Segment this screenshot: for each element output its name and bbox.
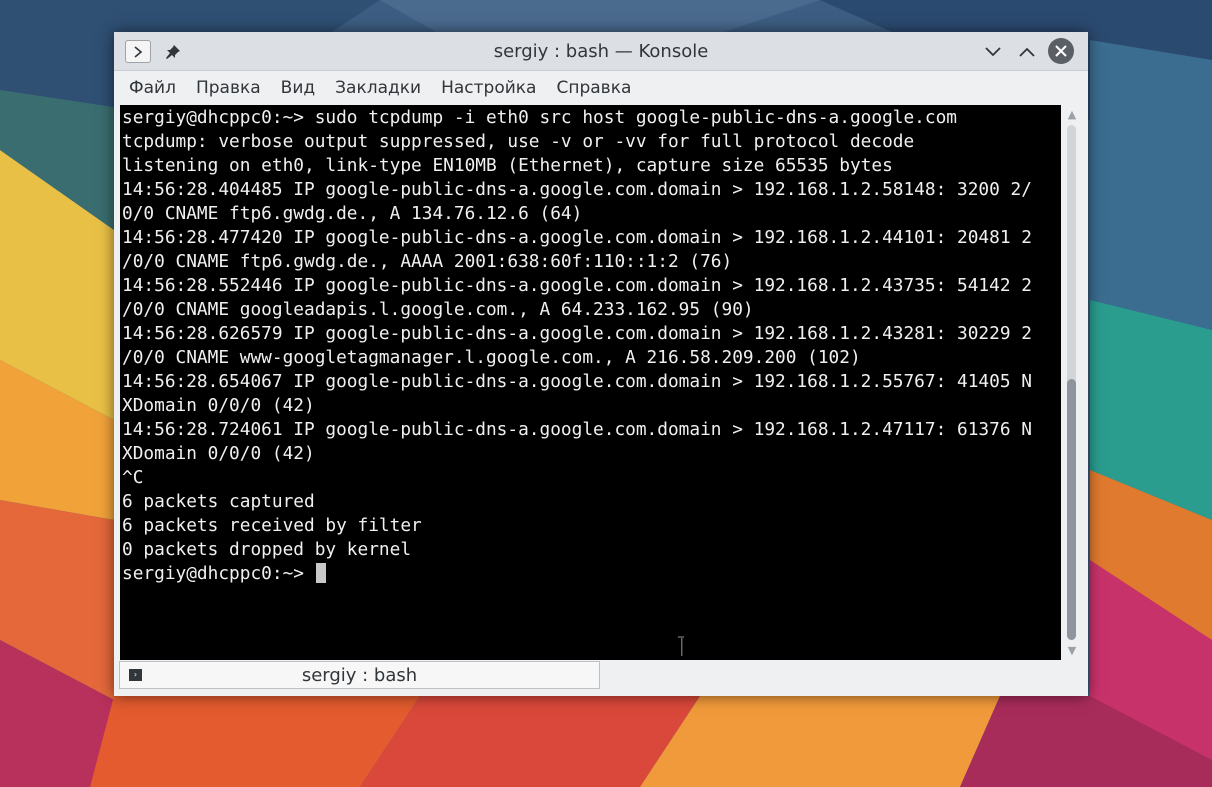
terminal-scrollbar[interactable]: ▲ ▼ — [1062, 105, 1082, 660]
terminal-line: /0/0 CNAME googleadapis.l.google.com., A… — [122, 299, 754, 320]
terminal-line: 6 packets captured — [122, 491, 315, 512]
terminal-line: 0/0 CNAME ftp6.gwdg.de., A 134.76.12.6 (… — [122, 203, 583, 224]
terminal-line: 14:56:28.477420 IP google-public-dns-a.g… — [122, 227, 1032, 248]
terminal-output[interactable]: sergiy@dhcppc0:~> sudo tcpdump -i eth0 s… — [120, 105, 1061, 660]
terminal-prompt-line: sergiy@dhcppc0:~> — [122, 562, 326, 586]
terminal-line: 6 packets received by filter — [122, 515, 422, 536]
terminal-line: 14:56:28.654067 IP google-public-dns-a.g… — [122, 371, 1032, 392]
menu-file[interactable]: Файл — [119, 78, 186, 98]
menu-view[interactable]: Вид — [271, 78, 325, 98]
menu-bookmarks[interactable]: Закладки — [325, 78, 431, 98]
menu-bar: Файл Правка Вид Закладки Настройка Справ… — [114, 72, 1088, 104]
terminal-line: ^C — [122, 467, 144, 488]
window-title: sergiy : bash — Konsole — [493, 41, 709, 62]
menu-edit[interactable]: Правка — [186, 78, 271, 98]
terminal-line: tcpdump: verbose output suppressed, use … — [122, 131, 915, 152]
close-icon[interactable] — [1048, 38, 1074, 64]
terminal-line: 0 packets dropped by kernel — [122, 539, 412, 560]
terminal-line: sergiy@dhcppc0:~> sudo tcpdump -i eth0 s… — [122, 107, 958, 128]
title-bar[interactable]: sergiy : bash — Konsole — [114, 32, 1088, 71]
menu-help[interactable]: Справка — [546, 78, 641, 98]
ibeam-cursor-icon — [677, 636, 685, 658]
terminal-line: XDomain 0/0/0 (42) — [122, 443, 315, 464]
scrollbar-handle[interactable] — [1067, 379, 1076, 640]
terminal-line: listening on eth0, link-type EN10MB (Eth… — [122, 155, 893, 176]
terminal-line: 14:56:28.626579 IP google-public-dns-a.g… — [122, 323, 1032, 344]
terminal-line: 14:56:28.404485 IP google-public-dns-a.g… — [122, 179, 1032, 200]
tab-sergiy-bash[interactable]: › sergiy : bash — [119, 661, 600, 689]
scroll-down-icon[interactable]: ▼ — [1062, 643, 1082, 659]
chevron-down-icon[interactable] — [980, 40, 1006, 63]
menu-settings[interactable]: Настройка — [431, 78, 546, 98]
scroll-up-icon[interactable]: ▲ — [1062, 107, 1082, 123]
konsole-window: sergiy : bash — Konsole Файл Правка Вид … — [114, 32, 1088, 696]
terminal-line: /0/0 CNAME www-googletagmanager.l.google… — [122, 347, 861, 368]
tab-bar: › sergiy : bash — [114, 660, 1088, 696]
chevron-up-icon[interactable] — [1014, 40, 1040, 63]
terminal-prompt: sergiy@dhcppc0:~> — [122, 563, 315, 584]
terminal-line: /0/0 CNAME ftp6.gwdg.de., AAAA 2001:638:… — [122, 251, 733, 272]
text-cursor — [315, 563, 326, 583]
tab-label: sergiy : bash — [301, 665, 418, 686]
terminal-line: XDomain 0/0/0 (42) — [122, 395, 315, 416]
terminal-line: 14:56:28.552446 IP google-public-dns-a.g… — [122, 275, 1032, 296]
terminal-line: 14:56:28.724061 IP google-public-dns-a.g… — [122, 419, 1032, 440]
